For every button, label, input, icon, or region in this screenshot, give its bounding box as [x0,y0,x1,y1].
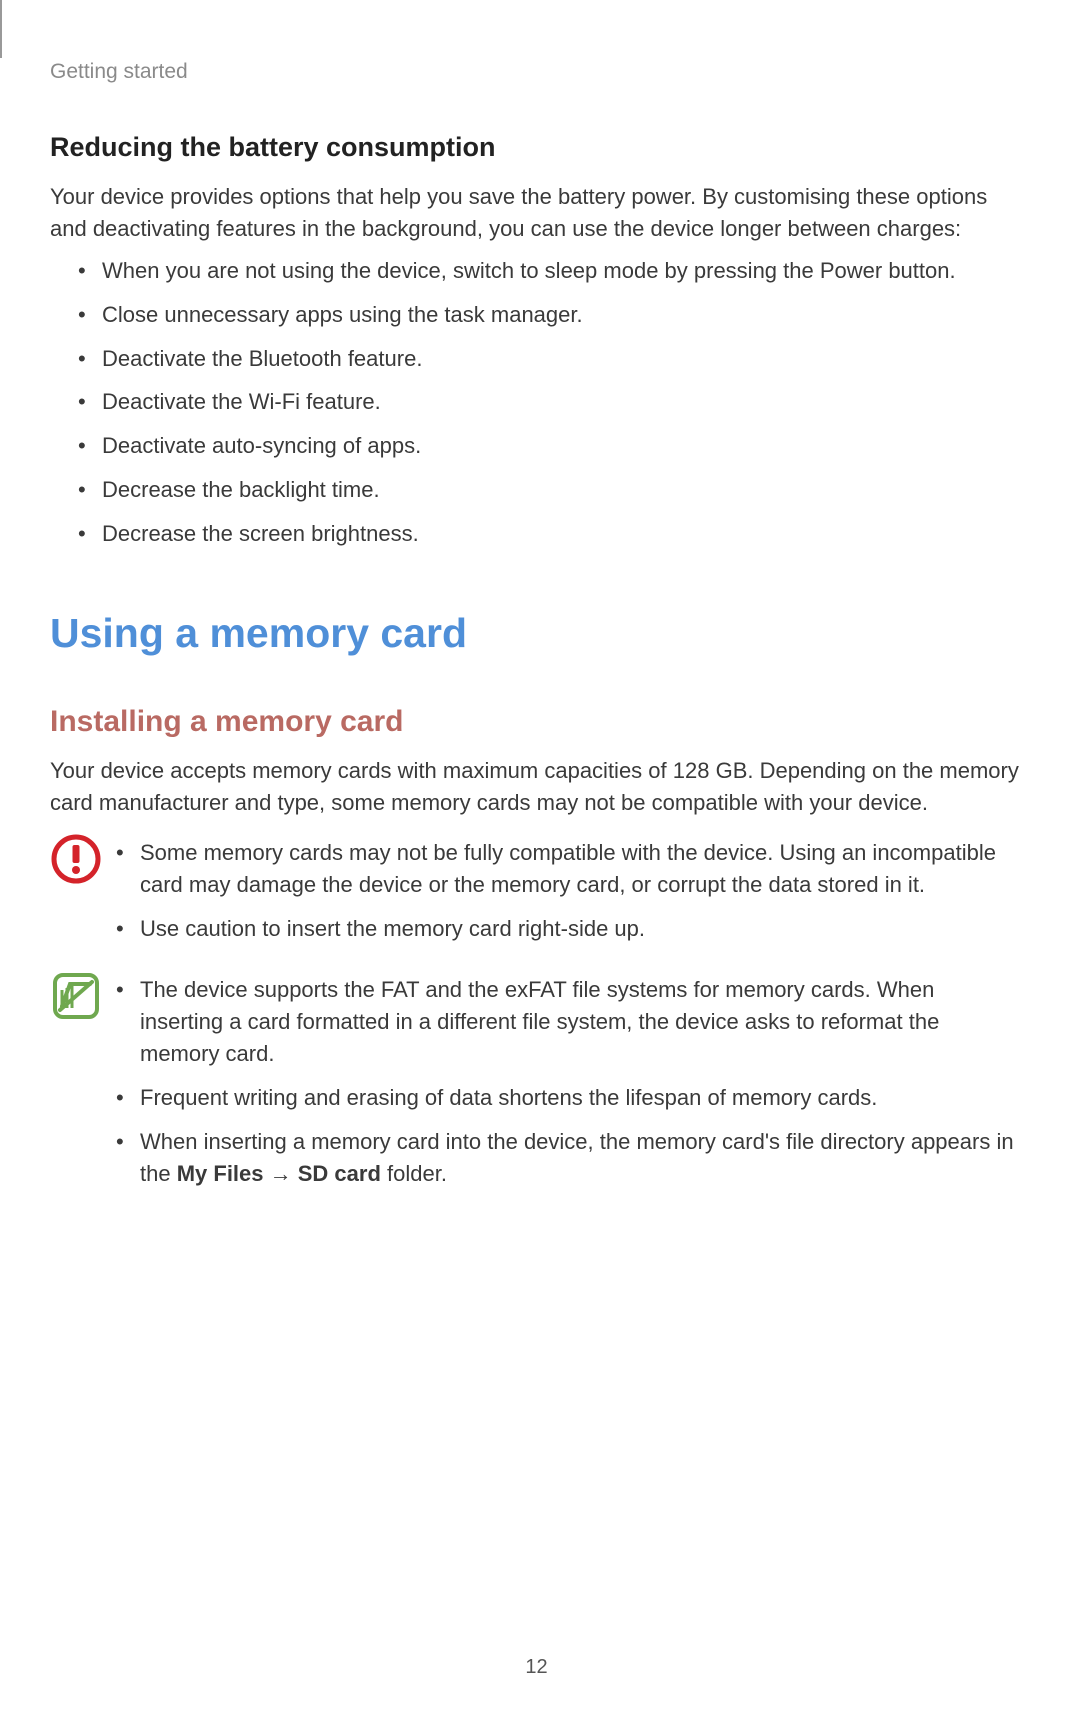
main-heading-memory-card: Using a memory card [50,610,1023,657]
note-text-suffix: folder. [381,1161,447,1186]
subsection-title-install: Installing a memory card [50,705,1023,739]
list-item: Some memory cards may not be fully compa… [116,837,1023,901]
note-icon [50,970,102,1022]
list-item: Deactivate auto-syncing of apps. [78,430,1023,462]
list-item: Frequent writing and erasing of data sho… [116,1082,1023,1114]
list-item: When inserting a memory card into the de… [116,1126,1023,1190]
list-item: Deactivate the Bluetooth feature. [78,343,1023,375]
subsection-title-battery: Reducing the battery consumption [50,132,1023,163]
document-page: Getting started Reducing the battery con… [0,0,1073,1719]
page-number: 12 [0,1656,1073,1679]
bold-text-myfiles: My Files [177,1161,264,1186]
list-item: Use caution to insert the memory card ri… [116,913,1023,945]
arrow-text: → [264,1161,298,1186]
battery-intro-paragraph: Your device provides options that help y… [50,181,1023,245]
note-list: The device supports the FAT and the exFA… [116,974,1023,1189]
warning-content: Some memory cards may not be fully compa… [116,831,1023,957]
list-item: The device supports the FAT and the exFA… [116,974,1023,1070]
note-callout: The device supports the FAT and the exFA… [50,968,1023,1201]
list-item: Decrease the screen brightness. [78,518,1023,550]
warning-icon [50,833,102,885]
list-item: Close unnecessary apps using the task ma… [78,299,1023,331]
list-item: Deactivate the Wi-Fi feature. [78,386,1023,418]
battery-tips-list: When you are not using the device, switc… [50,255,1023,550]
list-item: When you are not using the device, switc… [78,255,1023,287]
bold-text-sdcard: SD card [298,1161,381,1186]
section-header: Getting started [50,60,1023,84]
note-content: The device supports the FAT and the exFA… [116,968,1023,1201]
memory-card-intro-paragraph: Your device accepts memory cards with ma… [50,755,1023,819]
list-item: Decrease the backlight time. [78,474,1023,506]
warning-callout: Some memory cards may not be fully compa… [50,831,1023,957]
warning-list: Some memory cards may not be fully compa… [116,837,1023,945]
